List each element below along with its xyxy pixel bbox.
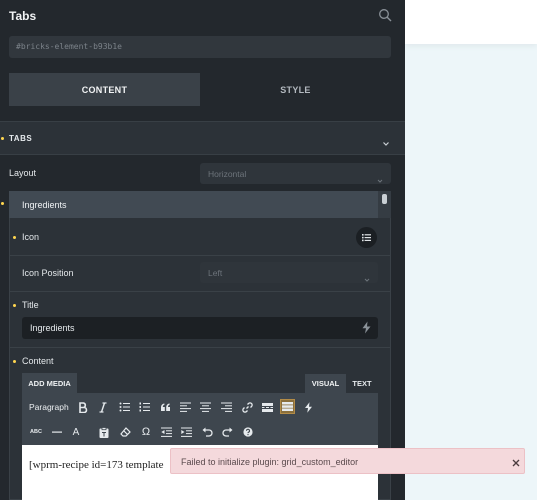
error-notification: Failed to initialize plugin: grid_custom…	[170, 448, 525, 474]
error-message: Failed to initialize plugin: grid_custom…	[181, 457, 359, 467]
strikethrough-icon[interactable]: ABC	[29, 426, 43, 438]
format-select[interactable]: Paragraph	[29, 402, 69, 412]
special-character-icon[interactable]: Ω	[140, 426, 152, 438]
toolbar-toggle-icon[interactable]	[280, 399, 295, 414]
editor-content-text: [wprm-recipe id=173 template	[29, 459, 164, 471]
element-id-text: #bricks-element-b93b1e	[16, 42, 122, 51]
section-label: TABS	[9, 134, 33, 143]
tab-item-label: Ingredients	[22, 200, 67, 210]
icon-label: Icon	[22, 232, 40, 242]
paste-as-text-icon[interactable]	[98, 426, 110, 438]
chevron-down-icon	[382, 135, 390, 146]
tab-style[interactable]: STYLE	[200, 73, 391, 106]
scrollbar[interactable]	[378, 191, 391, 218]
icon-position-label: Icon Position	[22, 268, 74, 278]
editor-toolbar: Paragraph ABC A Ω	[22, 393, 378, 445]
tab-visual[interactable]: VISUAL	[305, 374, 346, 393]
divider	[10, 255, 390, 256]
link-icon[interactable]	[241, 401, 253, 413]
icon-position-value: Left	[208, 268, 223, 278]
tabs-section-header[interactable]: TABS	[0, 121, 405, 155]
chevron-down-icon	[377, 171, 383, 183]
add-media-button[interactable]: ADD MEDIA	[22, 373, 77, 393]
scrollbar-thumb[interactable]	[382, 194, 387, 204]
divider	[10, 347, 390, 348]
divider	[10, 291, 390, 292]
panel-header: Tabs	[0, 0, 405, 30]
layout-select-value: Horizontal	[208, 169, 247, 179]
element-panel: Tabs #bricks-element-b93b1e CONTENT STYL…	[0, 0, 405, 500]
layout-select[interactable]: Horizontal	[200, 163, 391, 184]
title-label: Title	[22, 300, 39, 310]
horizontal-line-icon[interactable]	[51, 426, 63, 438]
modified-indicator	[13, 360, 16, 363]
bullet-list-icon[interactable]	[118, 401, 130, 413]
icon-position-select[interactable]: Left	[200, 262, 378, 283]
search-icon[interactable]	[378, 8, 393, 23]
dynamic-data-icon[interactable]	[361, 321, 372, 334]
tab-item-header[interactable]: Ingredients	[9, 191, 378, 218]
modified-indicator	[1, 202, 4, 205]
panel-title: Tabs	[9, 9, 37, 23]
align-right-icon[interactable]	[220, 401, 232, 413]
italic-icon[interactable]	[97, 401, 109, 413]
modified-indicator	[13, 304, 16, 307]
tab-text[interactable]: TEXT	[346, 374, 378, 393]
numbered-list-icon[interactable]	[138, 401, 150, 413]
close-icon[interactable]	[511, 455, 521, 467]
preview-canvas	[405, 0, 537, 500]
text-color-icon[interactable]: A	[70, 426, 82, 438]
preview-header	[405, 0, 537, 44]
clear-formatting-icon[interactable]	[119, 426, 131, 438]
indent-icon[interactable]	[180, 426, 192, 438]
layout-label: Layout	[9, 168, 37, 178]
title-input[interactable]: Ingredients	[22, 317, 378, 339]
redo-icon[interactable]	[221, 426, 233, 438]
align-center-icon[interactable]	[199, 401, 211, 413]
bold-icon[interactable]	[77, 401, 89, 413]
icon-picker-button[interactable]	[356, 227, 377, 248]
blockquote-icon[interactable]	[159, 401, 171, 413]
tab-content[interactable]: CONTENT	[9, 73, 200, 106]
align-left-icon[interactable]	[179, 401, 191, 413]
modified-indicator	[13, 236, 16, 239]
element-id-field[interactable]: #bricks-element-b93b1e	[9, 36, 391, 58]
help-icon[interactable]	[242, 426, 254, 438]
modified-indicator	[1, 137, 4, 140]
content-label: Content	[22, 356, 54, 366]
outdent-icon[interactable]	[160, 426, 172, 438]
title-input-value: Ingredients	[30, 323, 75, 333]
dynamic-data-icon[interactable]	[302, 401, 314, 413]
chevron-down-icon	[364, 270, 370, 282]
undo-icon[interactable]	[201, 426, 213, 438]
read-more-icon[interactable]	[261, 401, 273, 413]
